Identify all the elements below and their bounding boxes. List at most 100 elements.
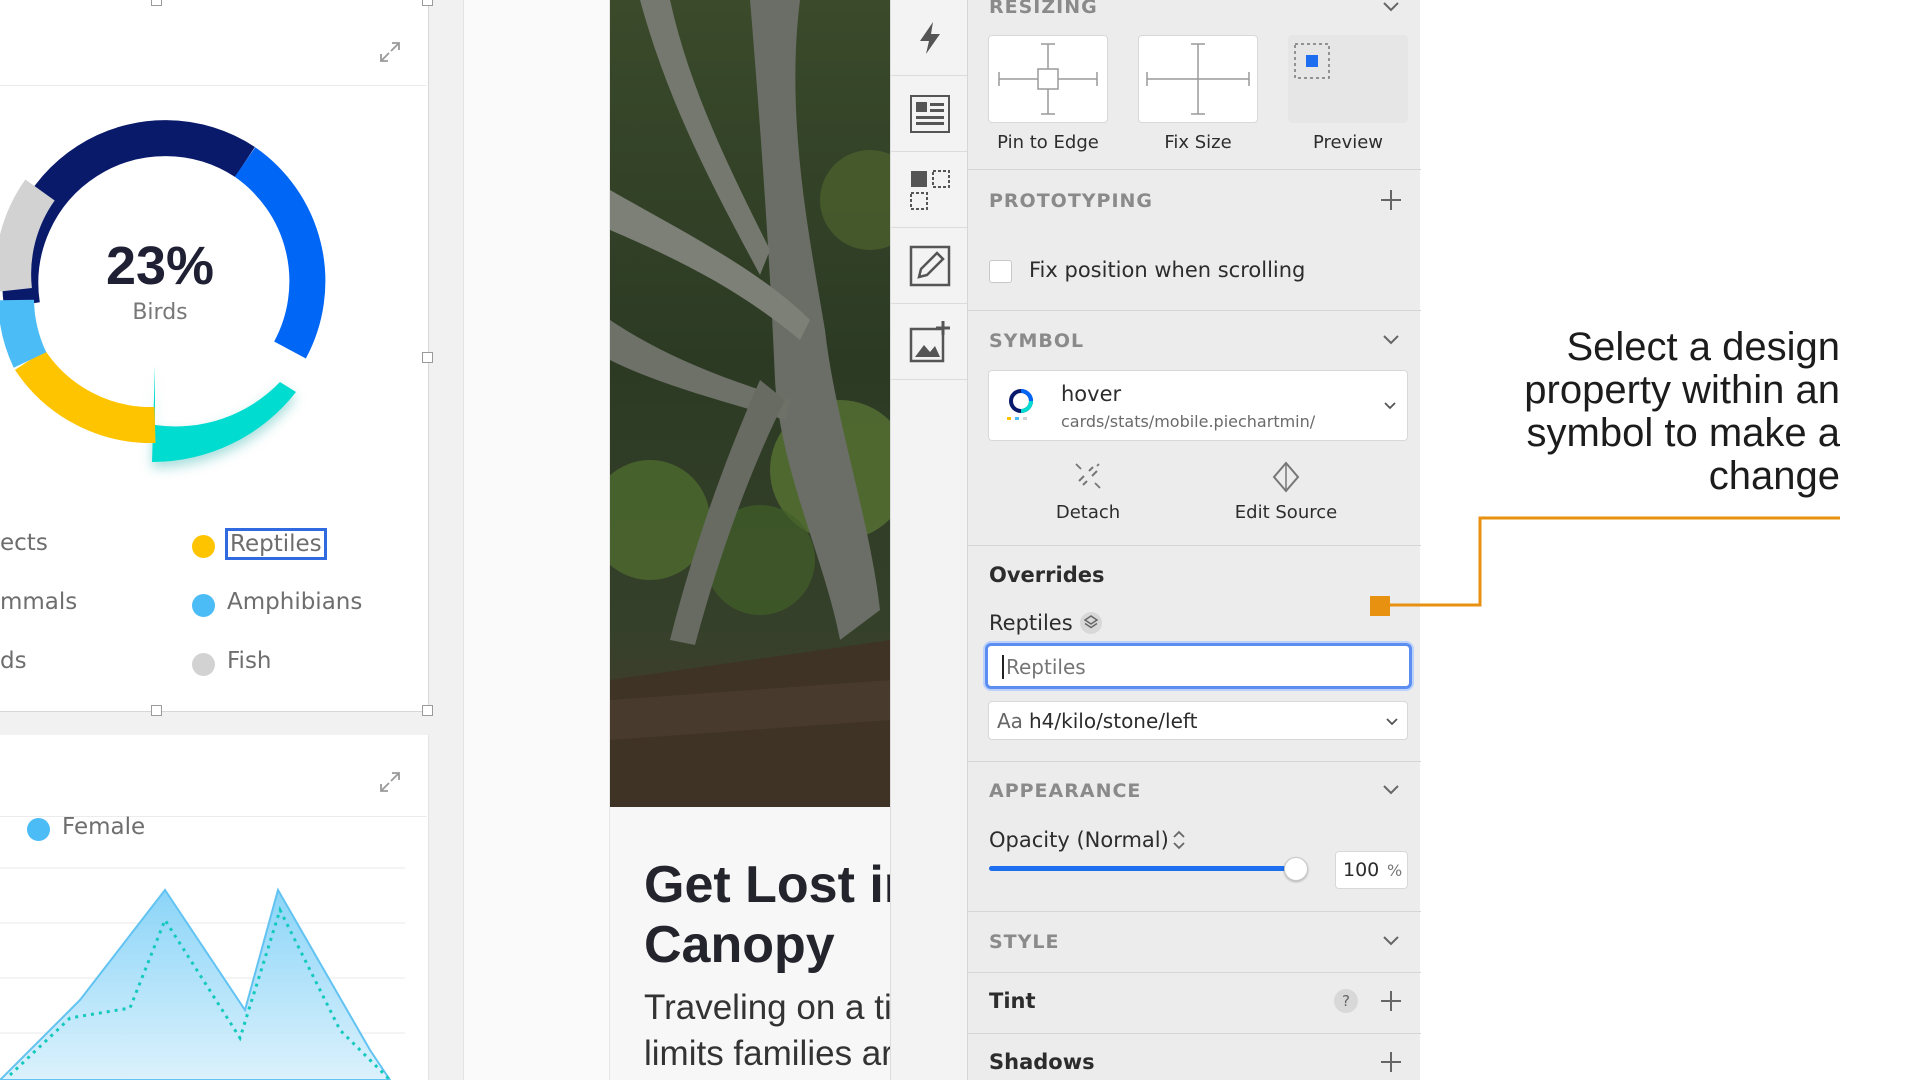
pin-to-edge-option[interactable] [988, 35, 1108, 123]
section-divider [968, 911, 1421, 912]
chevron-down-icon[interactable] [1382, 331, 1400, 349]
tool-add-image[interactable] [891, 304, 968, 380]
detach-label: Detach [1055, 502, 1121, 523]
inspector-tool-column [890, 0, 968, 1080]
preview-option[interactable] [1288, 35, 1408, 123]
symbol-name: hover [1061, 382, 1122, 406]
opacity-value: 100 [1343, 859, 1380, 881]
detach-button[interactable]: Detach [1023, 458, 1153, 538]
add-image-icon [909, 320, 950, 362]
donut-segment-sky[interactable] [0, 299, 47, 368]
legend-dot-reptiles [192, 535, 215, 558]
legend-item-fish[interactable]: Fish [227, 648, 272, 674]
detach-link-icon [1075, 463, 1101, 489]
tool-edit-image[interactable] [891, 228, 968, 304]
donut-label: Birds [132, 300, 188, 325]
expand-icon[interactable] [378, 770, 402, 794]
card-divider [0, 85, 427, 86]
legend-dot-amphibians [192, 594, 215, 617]
fix-size-option[interactable] [1138, 35, 1258, 123]
symbol-path: cards/stats/mobile.piechartmin/ [1061, 412, 1316, 431]
legend-item-insects[interactable]: ects [0, 530, 48, 556]
tool-interaction[interactable] [891, 0, 968, 76]
plus-icon[interactable] [1380, 990, 1402, 1012]
symbol-title: SYMBOL [989, 330, 1085, 352]
fix-position-checkbox[interactable] [989, 260, 1012, 283]
edit-source-button[interactable]: Edit Source [1206, 458, 1366, 538]
legend-dot-female [27, 818, 50, 841]
area-chart[interactable] [0, 860, 410, 1080]
inspector-panel: RESIZING Pin to Edge Fix Size Preview PR… [967, 0, 1421, 1080]
section-divider [968, 972, 1421, 973]
resizing-title: RESIZING [989, 0, 1098, 18]
section-divider [968, 761, 1421, 762]
tint-help-icon[interactable]: ? [1334, 989, 1358, 1013]
legend-item-amphibians[interactable]: Amphibians [227, 589, 362, 615]
opacity-slider-fill [989, 866, 1295, 871]
donut-segment-teal[interactable] [152, 365, 296, 463]
opacity-unit: % [1387, 861, 1403, 880]
headline-line: Canopy [644, 916, 835, 974]
annotation-line: change [1708, 454, 1840, 498]
chevron-down-icon[interactable] [1382, 781, 1400, 799]
style-title: STYLE [989, 931, 1060, 953]
selected-text-layer[interactable]: Reptiles [225, 528, 327, 560]
article-preview[interactable]: Get Lost ir Canopy Traveling on a ti( li… [609, 0, 890, 1080]
annotation-line: symbol to make a [1526, 411, 1840, 455]
forest-photo [610, 0, 890, 807]
prototyping-title: PROTOTYPING [989, 190, 1154, 212]
pin-to-edge-icon [998, 43, 1098, 115]
symbol-grid-icon [909, 169, 950, 210]
override-layers-icon[interactable] [1079, 611, 1103, 635]
opacity-slider-thumb[interactable] [1284, 857, 1308, 881]
chevron-down-icon [1384, 402, 1396, 410]
annotation-connector [1370, 516, 1840, 616]
selection-handle-bottom[interactable] [151, 705, 162, 716]
annotation-line: property within an [1524, 368, 1840, 412]
override-text-input[interactable] [1004, 651, 1398, 683]
pin-to-edge-label: Pin to Edge [997, 132, 1099, 153]
opacity-label: Opacity (Normal) [989, 828, 1169, 852]
plus-icon[interactable] [1380, 189, 1402, 211]
updown-arrows-icon[interactable] [1171, 827, 1187, 853]
legend-item-mammals[interactable]: mmals [0, 589, 77, 615]
selection-handle-top[interactable] [151, 0, 162, 6]
section-divider [968, 545, 1421, 546]
appearance-title: APPEARANCE [989, 780, 1142, 802]
chevron-down-icon [1386, 718, 1398, 726]
selection-handle-right[interactable] [422, 352, 433, 363]
selection-handle-top-right[interactable] [422, 0, 433, 6]
symbol-thumbnail-icon [1007, 389, 1033, 420]
chevron-down-icon[interactable] [1382, 0, 1400, 16]
selection-handle-bottom-right[interactable] [422, 705, 433, 716]
opacity-value-field[interactable]: 100 % [1335, 851, 1408, 889]
resize-preview-icon [1294, 43, 1330, 79]
legend-item-female[interactable]: Female [62, 814, 145, 840]
tool-symbol[interactable] [891, 152, 968, 228]
annotation-marker [1370, 596, 1390, 616]
symbol-selector[interactable]: hover cards/stats/mobile.piechartmin/ [988, 370, 1408, 441]
preview-label: Preview [1312, 132, 1384, 153]
tint-label: Tint [989, 989, 1036, 1013]
donut-percent: 23% [105, 236, 215, 296]
expand-icon[interactable] [378, 40, 402, 64]
text-list-icon [909, 94, 950, 133]
body-line: Traveling on a ti( [644, 988, 890, 1027]
chevron-down-icon[interactable] [1382, 932, 1400, 950]
overrides-title: Overrides [989, 563, 1105, 587]
donut-segment-yellow[interactable] [14, 349, 156, 444]
legend-item-reptiles[interactable]: Reptiles [225, 528, 327, 560]
shadows-label: Shadows [989, 1050, 1095, 1074]
override-text-input-wrapper[interactable] [985, 643, 1412, 689]
plus-icon[interactable] [1380, 1051, 1402, 1073]
text-style-dropdown[interactable]: Aa h4/kilo/stone/left [988, 701, 1408, 740]
canvas-gap [463, 0, 609, 1080]
tool-text-list[interactable] [891, 76, 968, 152]
section-divider [968, 1033, 1421, 1034]
article-headline: Get Lost ir Canopy [644, 855, 890, 975]
area-series[interactable] [0, 887, 392, 1080]
opacity-slider-track[interactable] [989, 857, 1308, 881]
legend-item-birds[interactable]: ds [0, 648, 27, 674]
legend-dot-fish [192, 653, 215, 676]
body-line: limits families ar [644, 1034, 890, 1073]
